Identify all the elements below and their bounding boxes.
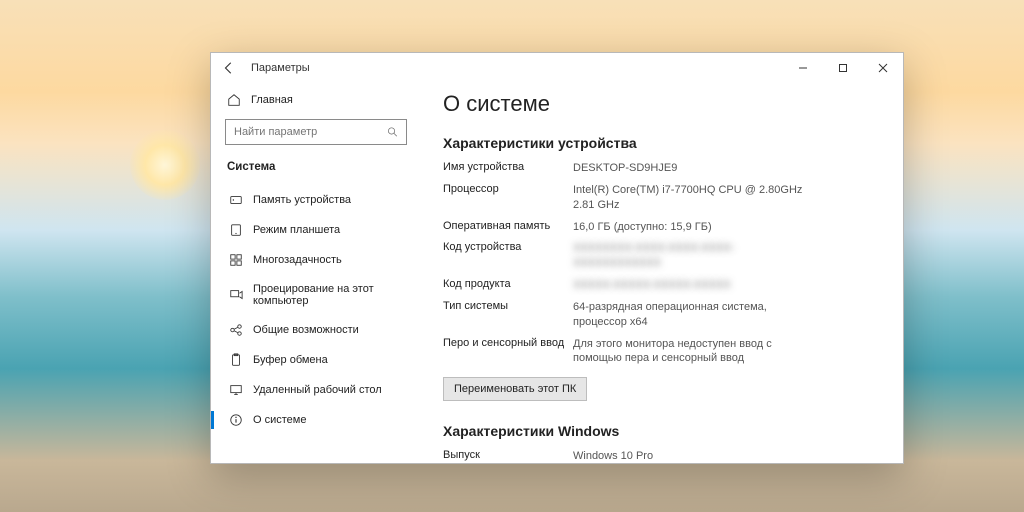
rename-pc-button[interactable]: Переименовать этот ПК [443,377,587,401]
sidebar-item-label: Режим планшета [253,224,340,236]
sidebar-item-label: Общие возможности [253,324,359,336]
sidebar-item-label: Буфер обмена [253,354,328,366]
spec-label: Выпуск [443,449,573,463]
page-title: О системе [443,91,881,117]
spec-label: Имя устройства [443,161,573,176]
sidebar-item-clipboard[interactable]: Буфер обмена [225,347,407,373]
sidebar-item-about[interactable]: О системе [225,407,407,433]
spec-value: Для этого монитора недоступен ввод с пом… [573,337,803,367]
sidebar-item-projecting[interactable]: Проецирование на этот компьютер [225,277,407,313]
maximize-button[interactable] [823,53,863,83]
spec-value: 16,0 ГБ (доступно: 15,9 ГБ) [573,220,712,235]
minimize-button[interactable] [783,53,823,83]
sidebar-section-label: Система [225,159,407,183]
sidebar-item-remote-desktop[interactable]: Удаленный рабочий стол [225,377,407,403]
sidebar-item-tablet-mode[interactable]: Режим планшета [225,217,407,243]
spec-label: Код продукта [443,278,573,293]
storage-icon [229,193,243,207]
remote-desktop-icon [229,383,243,397]
sidebar-item-shared-experiences[interactable]: Общие возможности [225,317,407,343]
home-icon [227,93,241,107]
search-icon [387,126,398,138]
sidebar-item-storage[interactable]: Память устройства [225,187,407,213]
sidebar-item-label: Память устройства [253,194,351,206]
spec-row-device-name: Имя устройства DESKTOP-SD9HJE9 [443,161,881,176]
sidebar-home[interactable]: Главная [225,89,407,115]
multitask-icon [229,253,243,267]
spec-row-system-type: Тип системы 64-разрядная операционная си… [443,300,881,330]
device-spec-heading: Характеристики устройства [443,135,881,151]
back-button[interactable] [221,60,237,76]
spec-row-pen-touch: Перо и сенсорный ввод Для этого монитора… [443,337,881,367]
sidebar-item-label: Проецирование на этот компьютер [253,283,403,307]
search-input[interactable] [234,126,387,138]
minimize-icon [798,63,808,73]
sidebar-item-label: Удаленный рабочий стол [253,384,382,396]
spec-value-blurred: XXXXX-XXXXX-XXXXX-XXXXX [573,278,731,293]
wallpaper-sun [130,130,200,200]
window-title: Параметры [251,62,310,74]
spec-label: Оперативная память [443,220,573,235]
close-icon [878,63,888,73]
settings-window: Параметры Главная Система [210,52,904,464]
spec-value: DESKTOP-SD9HJE9 [573,161,677,176]
shared-icon [229,323,243,337]
tablet-icon [229,223,243,237]
info-icon [229,413,243,427]
spec-row-device-id: Код устройства XXXXXXXX-XXXX-XXXX-XXXX-X… [443,241,881,271]
titlebar: Параметры [211,53,903,83]
spec-value: Windows 10 Pro [573,449,653,463]
spec-row-edition: Выпуск Windows 10 Pro [443,449,881,463]
sidebar-item-multitasking[interactable]: Многозадачность [225,247,407,273]
clipboard-icon [229,353,243,367]
spec-label: Процессор [443,183,573,213]
close-button[interactable] [863,53,903,83]
window-controls [783,53,903,83]
spec-label: Тип системы [443,300,573,330]
rename-pc-label: Переименовать этот ПК [454,383,576,395]
search-box[interactable] [225,119,407,145]
sidebar-home-label: Главная [251,94,293,106]
sidebar-item-label: О системе [253,414,306,426]
spec-row-product-id: Код продукта XXXXX-XXXXX-XXXXX-XXXXX [443,278,881,293]
spec-value-blurred: XXXXXXXX-XXXX-XXXX-XXXX-XXXXXXXXXXXX [573,241,803,271]
spec-label: Перо и сенсорный ввод [443,337,573,367]
spec-value: Intel(R) Core(TM) i7-7700HQ CPU @ 2.80GH… [573,183,803,213]
maximize-icon [838,63,848,73]
project-icon [229,288,243,302]
spec-value: 64-разрядная операционная система, проце… [573,300,803,330]
spec-label: Код устройства [443,241,573,271]
sidebar: Главная Система Память устройства Режим … [211,83,421,463]
windows-spec-heading: Характеристики Windows [443,423,881,439]
arrow-left-icon [222,61,236,75]
sidebar-item-label: Многозадачность [253,254,342,266]
content-pane: О системе Характеристики устройства Имя … [421,83,903,463]
spec-row-cpu: Процессор Intel(R) Core(TM) i7-7700HQ CP… [443,183,881,213]
spec-row-ram: Оперативная память 16,0 ГБ (доступно: 15… [443,220,881,235]
